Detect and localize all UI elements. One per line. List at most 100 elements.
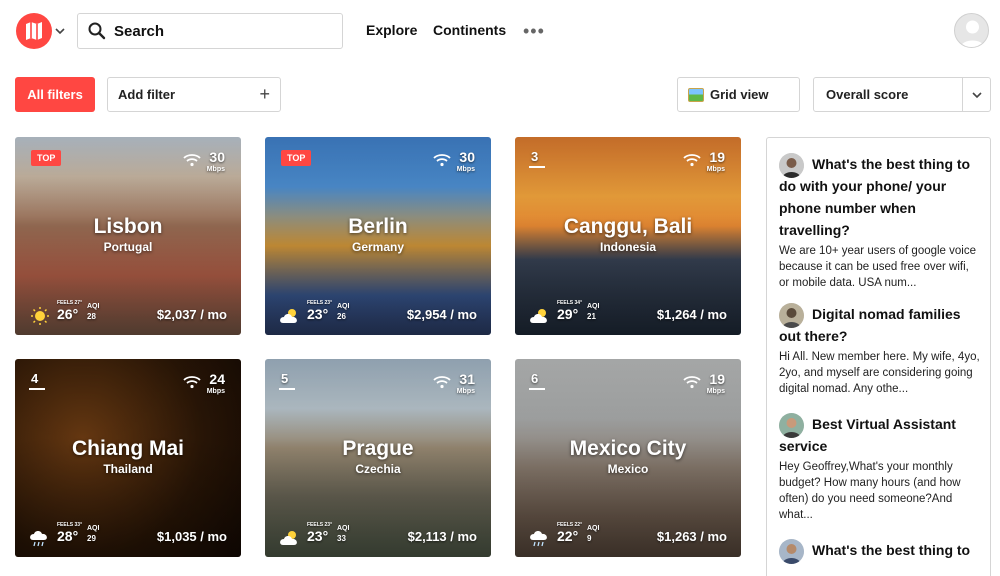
country-name: Germany: [351, 240, 405, 254]
top-badge: TOP: [281, 150, 312, 166]
temperature: 28°: [57, 528, 79, 544]
more-menu-icon[interactable]: •••: [523, 22, 545, 40]
rank-underline: [529, 166, 545, 168]
aqi-value: 21: [587, 312, 596, 321]
aqi-label: AQI: [587, 303, 600, 310]
grid-view-button[interactable]: Grid view: [677, 77, 800, 112]
aqi-label: AQI: [337, 525, 350, 532]
add-filter-button[interactable]: Add filter +: [107, 77, 281, 112]
monthly-cost: $2,113 / mo: [407, 529, 477, 544]
country-name: Mexico: [607, 462, 649, 476]
rank-underline: [29, 388, 45, 390]
user-avatar-icon: [779, 539, 804, 564]
temperature: 22°: [557, 528, 579, 544]
rank-number: 3: [531, 149, 539, 164]
forum-post[interactable]: What's the best thing to do with your ph…: [779, 153, 981, 291]
aqi-label: AQI: [87, 303, 100, 310]
post-excerpt: Hey Geoffrey,What's your monthly budget?…: [779, 461, 961, 521]
wifi-icon: [433, 376, 451, 389]
top-badge: TOP: [31, 150, 62, 166]
aqi-value: 26: [337, 312, 346, 321]
all-filters-button[interactable]: All filters: [15, 77, 95, 112]
post-avatar: [779, 413, 804, 438]
city-name: Lisbon: [93, 215, 163, 238]
temperature: 23°: [307, 528, 329, 544]
user-avatar[interactable]: [954, 13, 989, 48]
city-name: Chiang Mai: [71, 437, 184, 460]
map-logo-icon: [26, 22, 42, 40]
internet-speed-unit: Mbps: [706, 388, 725, 395]
monthly-cost: $2,037 / mo: [156, 307, 227, 322]
rain-icon: [30, 531, 47, 547]
internet-speed-unit: Mbps: [456, 388, 475, 395]
post-title[interactable]: Best Virtual Assistant service: [779, 413, 981, 457]
city-name: Canggu, Bali: [563, 215, 693, 238]
rain-icon: [530, 531, 547, 547]
forum-post[interactable]: What's the best thing to: [779, 539, 981, 564]
aqi-value: 28: [87, 312, 96, 321]
rank-underline: [279, 388, 295, 390]
city-card[interactable]: 3 19 Mbps Canggu, Bali Indonesia FEELS 34° 29°…: [515, 137, 741, 335]
city-card[interactable]: TOP 30 Mbps Berlin Germany FEELS 23° 23° AQI 26 $…: [265, 137, 491, 335]
search-label: Search: [114, 22, 165, 40]
aqi-label: AQI: [337, 303, 350, 310]
aqi-value: 9: [587, 534, 592, 543]
grid-view-label: Grid view: [710, 87, 769, 102]
wifi-icon: [683, 376, 701, 389]
post-avatar: [779, 153, 804, 178]
user-silhouette-icon: [960, 20, 985, 47]
plus-icon: +: [259, 84, 270, 104]
monthly-cost: $1,035 / mo: [156, 529, 227, 544]
nomad-list-logo[interactable]: [16, 13, 52, 49]
cloud-icon: [530, 309, 547, 323]
cloud-icon: [280, 309, 297, 323]
user-avatar-icon: [779, 153, 804, 178]
temperature: 26°: [57, 306, 79, 322]
wifi-icon: [683, 154, 701, 167]
rank-number: 6: [531, 371, 539, 386]
post-excerpt: Hi All. New member here. My wife, 4yo, 2…: [779, 351, 980, 395]
user-avatar-icon: [779, 303, 804, 328]
chevron-down-icon[interactable]: [54, 25, 66, 37]
internet-speed: 19: [709, 149, 725, 165]
cloud-icon: [280, 531, 297, 545]
post-title[interactable]: Digital nomad families out there?: [779, 303, 981, 347]
nav-explore[interactable]: Explore: [366, 22, 417, 38]
aqi-value: 33: [337, 534, 346, 543]
post-excerpt: We are 10+ year users of google voice be…: [779, 245, 976, 289]
internet-speed-unit: Mbps: [456, 166, 475, 173]
post-title[interactable]: What's the best thing to do with your ph…: [779, 153, 981, 241]
sun-icon: [31, 307, 49, 325]
chevron-down-icon: [972, 92, 982, 99]
nav-continents[interactable]: Continents: [433, 22, 506, 38]
user-avatar-icon: [779, 413, 804, 438]
search-icon: [88, 22, 106, 40]
city-name: Prague: [342, 437, 414, 460]
post-avatar: [779, 539, 804, 564]
city-card[interactable]: 4 24 Mbps Chiang Mai Thailand FEELS 33° 28° AQI…: [15, 359, 241, 557]
country-name: Portugal: [103, 240, 153, 254]
country-name: Czechia: [355, 462, 401, 476]
forum-post[interactable]: Best Virtual Assistant service Hey Geoff…: [779, 413, 981, 523]
internet-speed-unit: Mbps: [206, 388, 225, 395]
sort-select-value: Overall score: [826, 87, 909, 102]
internet-speed: 24: [209, 371, 225, 387]
temperature: 29°: [557, 306, 579, 322]
post-avatar: [779, 303, 804, 328]
temperature: 23°: [307, 306, 329, 322]
forum-post[interactable]: Digital nomad families out there? Hi All…: [779, 303, 981, 397]
search-bar[interactable]: Search: [77, 13, 343, 49]
internet-speed: 19: [709, 371, 725, 387]
select-divider: [962, 78, 963, 111]
monthly-cost: $1,264 / mo: [656, 307, 727, 322]
aqi-label: AQI: [87, 525, 100, 532]
rank-number: 4: [31, 371, 39, 386]
add-filter-label: Add filter: [118, 87, 176, 102]
city-card[interactable]: 6 19 Mbps Mexico City Mexico FEELS 22° 22° AQI 9…: [515, 359, 741, 557]
post-title[interactable]: What's the best thing to: [779, 539, 981, 561]
city-name: Mexico City: [569, 437, 687, 460]
city-card[interactable]: TOP 30 Mbps Lisbon Portugal FEELS 27° 26° AQI 28…: [15, 137, 241, 335]
sort-select[interactable]: Overall score: [813, 77, 991, 112]
city-card[interactable]: 5 31 Mbps Prague Czechia FEELS 23° 23° AQI 33 $2,…: [265, 359, 491, 557]
country-name: Indonesia: [599, 240, 656, 254]
